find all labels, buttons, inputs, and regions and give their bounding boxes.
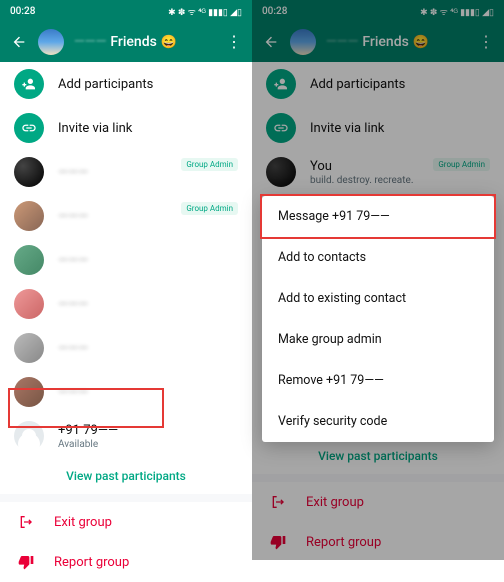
avatar	[14, 245, 44, 275]
menu-message[interactable]: Message +91 79——	[262, 196, 494, 237]
avatar	[14, 333, 44, 363]
menu-add-existing[interactable]: Add to existing contact	[262, 278, 494, 319]
participant-you-row[interactable]: You build. destroy. recreate. Group Admi…	[252, 150, 504, 194]
menu-remove[interactable]: Remove +91 79——	[262, 360, 494, 401]
group-header: ——— Friends 😄 ⋮	[252, 22, 504, 62]
invite-link-button[interactable]: Invite via link	[252, 106, 504, 150]
add-person-icon	[266, 69, 296, 99]
admin-badge: Group Admin	[181, 202, 238, 215]
thumbs-down-icon	[268, 534, 288, 550]
avatar	[14, 201, 44, 231]
admin-badge: Group Admin	[433, 158, 490, 171]
exit-icon	[16, 514, 36, 530]
more-icon[interactable]: ⋮	[478, 34, 494, 50]
group-title[interactable]: ——— Friends 😄	[326, 34, 468, 50]
report-group-button[interactable]: Report group	[0, 542, 252, 582]
report-group-button[interactable]: Report group	[252, 522, 504, 562]
add-participants-button[interactable]: Add participants	[0, 62, 252, 106]
more-icon[interactable]: ⋮	[226, 34, 242, 50]
participant-row[interactable]: ——— Group Admin	[0, 150, 252, 194]
avatar	[266, 157, 296, 187]
view-past-participants-link[interactable]: View past participants	[252, 438, 504, 474]
right-panel: 00:28 ✱ ✽ ᯤ ⁴ᴳ ▮▮▮▯ ◢▯ ——— Friends 😄 ⋮ A…	[252, 0, 504, 560]
participant-context-menu: Message +91 79—— Add to contacts Add to …	[262, 196, 494, 442]
highlight-annotation	[8, 388, 164, 428]
invite-link-label: Invite via link	[58, 121, 132, 136]
divider	[252, 474, 504, 482]
participant-row[interactable]: ———	[0, 326, 252, 370]
exit-group-button[interactable]: Exit group	[0, 502, 252, 542]
thumbs-down-icon	[16, 554, 36, 570]
avatar	[14, 157, 44, 187]
view-past-participants-link[interactable]: View past participants	[0, 458, 252, 494]
status-bar: 00:28 ✱ ✽ ᯤ ⁴ᴳ ▮▮▮▯ ◢▯	[252, 0, 504, 22]
phone-status: Available	[58, 439, 238, 450]
participant-row[interactable]: ——— Group Admin	[0, 194, 252, 238]
group-avatar[interactable]	[290, 29, 316, 55]
group-title[interactable]: ——— Friends 😄	[74, 34, 216, 50]
exit-group-button[interactable]: Exit group	[252, 482, 504, 522]
divider	[0, 494, 252, 502]
group-header: ——— Friends 😄 ⋮	[0, 22, 252, 62]
group-avatar[interactable]	[38, 29, 64, 55]
participant-row[interactable]: ———	[0, 282, 252, 326]
link-icon	[14, 113, 44, 143]
invite-link-button[interactable]: Invite via link	[0, 106, 252, 150]
status-time: 00:28	[10, 6, 35, 17]
status-bar: 00:28 ✱ ✽ ᯤ ⁴ᴳ ▮▮▮▯ ◢▯	[0, 0, 252, 22]
menu-add-contacts[interactable]: Add to contacts	[262, 237, 494, 278]
menu-verify[interactable]: Verify security code	[262, 401, 494, 442]
add-participants-label: Add participants	[58, 77, 153, 92]
menu-make-admin[interactable]: Make group admin	[262, 319, 494, 360]
highlight-annotation: Message +91 79——	[260, 194, 496, 239]
participant-row[interactable]: ———	[0, 238, 252, 282]
left-panel: 00:28 ✱ ✽ ᯤ ⁴ᴳ ▮▮▮▯ ◢▯ ——— Friends 😄 ⋮ A…	[0, 0, 252, 560]
avatar	[14, 289, 44, 319]
add-participants-button[interactable]: Add participants	[252, 62, 504, 106]
back-icon[interactable]	[262, 33, 280, 51]
status-icons: ✱ ✽ ᯤ ⁴ᴳ ▮▮▮▯ ◢▯	[168, 5, 242, 18]
exit-icon	[268, 494, 288, 510]
back-icon[interactable]	[10, 33, 28, 51]
link-icon	[266, 113, 296, 143]
add-person-icon	[14, 69, 44, 99]
admin-badge: Group Admin	[181, 158, 238, 171]
